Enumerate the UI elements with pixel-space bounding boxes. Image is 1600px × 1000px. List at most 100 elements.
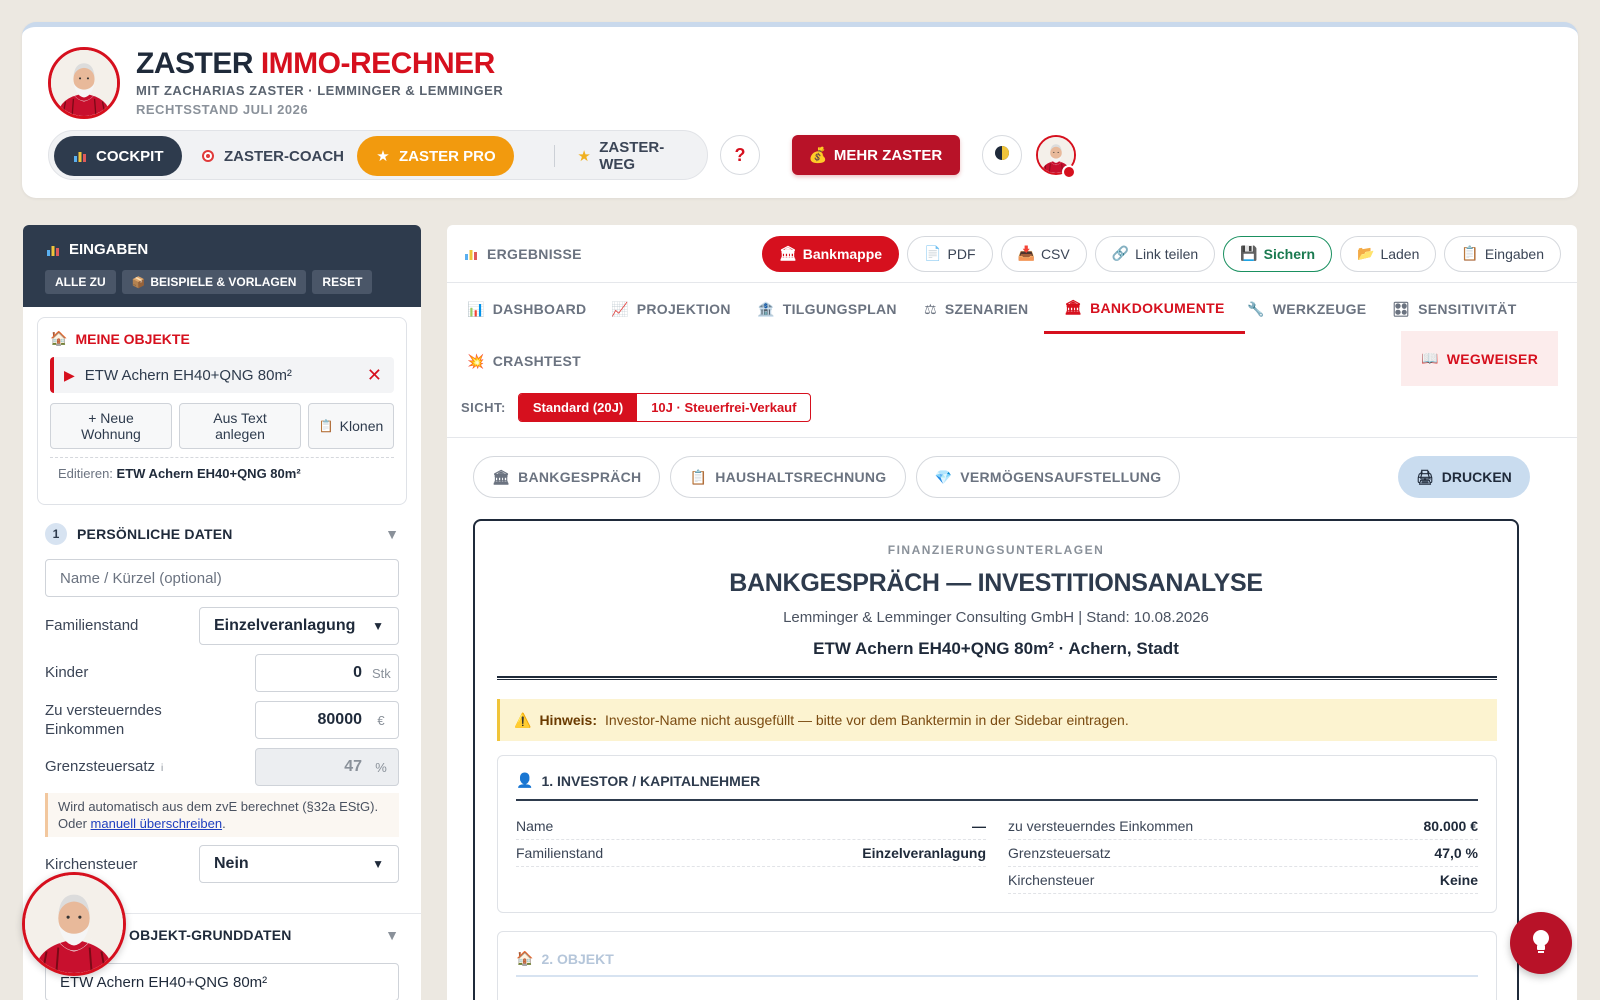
tab-werkzeuge[interactable]: 🔧 WERKZEUGE <box>1227 284 1386 334</box>
nav-zaster-pro-label: ZASTER PRO <box>399 147 496 165</box>
doc-tab-bankgespraech[interactable]: 🏛 BANKGESPRÄCH <box>473 456 661 498</box>
theme-toggle[interactable] <box>982 135 1022 175</box>
clipboard-icon: 📋 <box>1461 245 1479 261</box>
reset-button[interactable]: RESET <box>312 270 373 294</box>
from-text-button[interactable]: Aus Text anlegen <box>179 403 301 449</box>
nav-separator <box>554 145 555 167</box>
csv-button[interactable]: 📥 CSV <box>1000 235 1087 272</box>
caret-down-icon: ▼ <box>385 927 399 943</box>
kv-row: Familienstand Einzelveranlagung <box>516 840 986 867</box>
inputs-button[interactable]: 📋 Eingaben <box>1444 235 1561 272</box>
object-list-item[interactable]: ▶ ETW Achern EH40+QNG 80m² ✕ <box>50 357 394 393</box>
load-button[interactable]: 📂 Laden <box>1340 235 1437 272</box>
object-section-title: 🏠 2. OBJEKT <box>516 950 1478 977</box>
nav-zaster-pro[interactable]: ★ ZASTER PRO <box>357 136 514 176</box>
view-label: SICHT: <box>461 400 506 415</box>
hint-text: Investor-Name nicht ausgefüllt — bitte v… <box>605 712 1129 728</box>
document-meta: Lemminger & Lemminger Consulting GmbH | … <box>783 609 1209 626</box>
app-title-part2: IMMO-RECHNER <box>260 47 496 80</box>
kirchensteuer-label: Kirchensteuer <box>45 856 138 873</box>
zve-input[interactable]: 80000 € <box>255 701 399 739</box>
tab-wegweiser[interactable]: 📖 WEGWEISER <box>1401 331 1559 386</box>
tab-tilgungsplan[interactable]: 🏦 TILGUNGSPLAN <box>737 284 917 334</box>
save-button[interactable]: 💾 Sichern <box>1223 235 1333 272</box>
tab-sensitivitaet[interactable]: 🎛 SENSITIVITÄT <box>1372 284 1537 334</box>
kirchensteuer-select[interactable]: Nein ▼ <box>199 845 399 883</box>
view-standard-option[interactable]: Standard (20J) <box>518 394 638 421</box>
document-title: BANKGESPRÄCH — INVESTITIONSANALYSE <box>729 569 1263 597</box>
caret-down-icon: ▼ <box>385 526 399 542</box>
grenzsteuersatz-value: 47 <box>344 758 362 775</box>
money-bag-icon: 💰 <box>808 147 828 164</box>
pdf-button[interactable]: 📄 PDF <box>907 235 993 272</box>
collapse-all-button[interactable]: ALLE ZU <box>45 270 116 294</box>
save-label: Sichern <box>1263 245 1316 262</box>
nav-zaster-coach[interactable]: ZASTER-COACH <box>182 136 362 176</box>
line-chart-icon: 📈 <box>611 300 629 317</box>
kinder-input[interactable]: 0 Stk <box>255 654 399 692</box>
nav-zaster-weg[interactable]: ★ ZASTER-WEG <box>559 136 707 176</box>
pdf-label: PDF <box>947 245 976 262</box>
document-object-line: ETW Achern EH40+QNG 80m² · Achern, Stadt <box>813 639 1179 658</box>
chevron-down-icon: ▼ <box>372 857 384 871</box>
tab-sensitivitaet-label: SENSITIVITÄT <box>1418 301 1517 317</box>
app-header: ZASTER IMMO-RECHNER MIT ZACHARIAS ZASTER… <box>22 22 1578 198</box>
tab-dashboard[interactable]: 📊 DASHBOARD <box>447 284 606 334</box>
target-icon <box>200 148 216 164</box>
gem-icon: 💎 <box>934 468 953 485</box>
nav-cockpit[interactable]: COCKPIT <box>54 136 182 176</box>
folder-icon: 📂 <box>1357 245 1375 261</box>
explosion-icon: 💥 <box>467 352 485 369</box>
editing-label: Editieren: <box>58 466 113 481</box>
tab-projektion-label: PROJEKTION <box>636 301 731 317</box>
print-button[interactable]: 🖨 DRUCKEN <box>1398 456 1530 498</box>
share-link-button[interactable]: 🔗 Link teilen <box>1094 235 1216 272</box>
document-kicker: FINANZIERUNGSUNTERLAGEN <box>887 543 1105 557</box>
results-toolbar: ERGEBNISSE 🏛 Bankmappe 📄 PDF 📥 CSV 🔗 Link te… <box>447 225 1577 283</box>
investor-name-input[interactable]: Name / Kürzel (optional) <box>45 559 399 597</box>
results-panel: ERGEBNISSE 🏛 Bankmappe 📄 PDF 📥 CSV 🔗 Link te… <box>447 225 1577 1000</box>
doc-tab-vermoegensaufstellung[interactable]: 💎 VERMÖGENSAUFSTELLUNG <box>915 456 1181 498</box>
bankmappe-button[interactable]: 🏛 Bankmappe <box>761 235 900 272</box>
tab-projektion[interactable]: 📈 PROJEKTION <box>591 284 751 334</box>
kv-value: — <box>972 818 986 834</box>
coach-avatar-button[interactable] <box>22 872 126 976</box>
document-icon: 📄 <box>924 245 942 261</box>
results-actions: 🏛 Bankmappe 📄 PDF 📥 CSV 🔗 Link teilen 💾 Siche… <box>761 235 1561 272</box>
kv-row: Grenzsteuersatz 47,0 % <box>1008 840 1478 867</box>
brand-block: ZASTER IMMO-RECHNER MIT ZACHARIAS ZASTER… <box>136 47 503 117</box>
mehr-zaster-button[interactable]: 💰 MEHR ZASTER <box>792 135 960 175</box>
section-personal-header[interactable]: 1 PERSÖNLICHE DATEN ▼ <box>45 523 399 545</box>
examples-button[interactable]: 📦 BEISPIELE & VORLAGEN <box>121 270 307 294</box>
tab-werkzeuge-label: WERKZEUGE <box>1272 301 1367 317</box>
zve-value: 80000 <box>317 711 363 728</box>
section-number: 1 <box>45 523 67 545</box>
kinder-unit: Stk <box>372 665 391 681</box>
tab-bankdokumente[interactable]: 🏛 BANKDOKUMENTE <box>1044 284 1245 334</box>
doc-tab-haushaltsrechnung[interactable]: 📋 HAUSHALTSRECHNUNG <box>670 456 906 498</box>
help-button[interactable]: ? <box>720 135 760 175</box>
app-subtitle: MIT ZACHARIAS ZASTER · LEMMINGER & LEMMI… <box>136 83 504 98</box>
tray-icon: 📥 <box>1017 245 1035 261</box>
star-icon: ★ <box>376 148 390 165</box>
tab-crashtest[interactable]: 💥 CRASHTEST <box>447 336 601 386</box>
manual-override-link[interactable]: manuell überschreiben <box>91 816 223 831</box>
printer-icon: 🖨 <box>1416 468 1434 485</box>
info-icon[interactable]: i <box>161 763 163 774</box>
tab-bankdokumente-label: BANKDOKUMENTE <box>1090 299 1225 316</box>
nav-zaster-coach-label: ZASTER-COACH <box>224 147 344 165</box>
delete-object-icon[interactable]: ✕ <box>367 365 382 386</box>
new-apartment-button[interactable]: + Neue Wohnung <box>50 403 172 449</box>
main-nav: COCKPIT ZASTER-COACH ★ ZASTER PRO ★ ZAST… <box>48 130 708 180</box>
auto-calc-notice: Wird automatisch aus dem zvE berechnet (… <box>45 793 399 837</box>
tips-button[interactable] <box>1510 912 1572 974</box>
kv-key: zu versteuerndes Einkommen <box>1008 818 1194 834</box>
view-segmented-control: Standard (20J) 10J · Steuerfrei-Verkauf <box>517 393 812 422</box>
familienstand-select[interactable]: Einzelveranlagung ▼ <box>199 607 399 645</box>
clone-button[interactable]: 📋 Klonen <box>308 403 394 449</box>
familienstand-value: Einzelveranlagung <box>214 617 356 634</box>
view-10j-option[interactable]: 10J · Steuerfrei-Verkauf <box>637 394 810 421</box>
tab-szenarien[interactable]: ⚖ SZENARIEN <box>904 284 1048 334</box>
csv-label: CSV <box>1040 245 1070 262</box>
clone-label: Klonen <box>339 418 384 434</box>
